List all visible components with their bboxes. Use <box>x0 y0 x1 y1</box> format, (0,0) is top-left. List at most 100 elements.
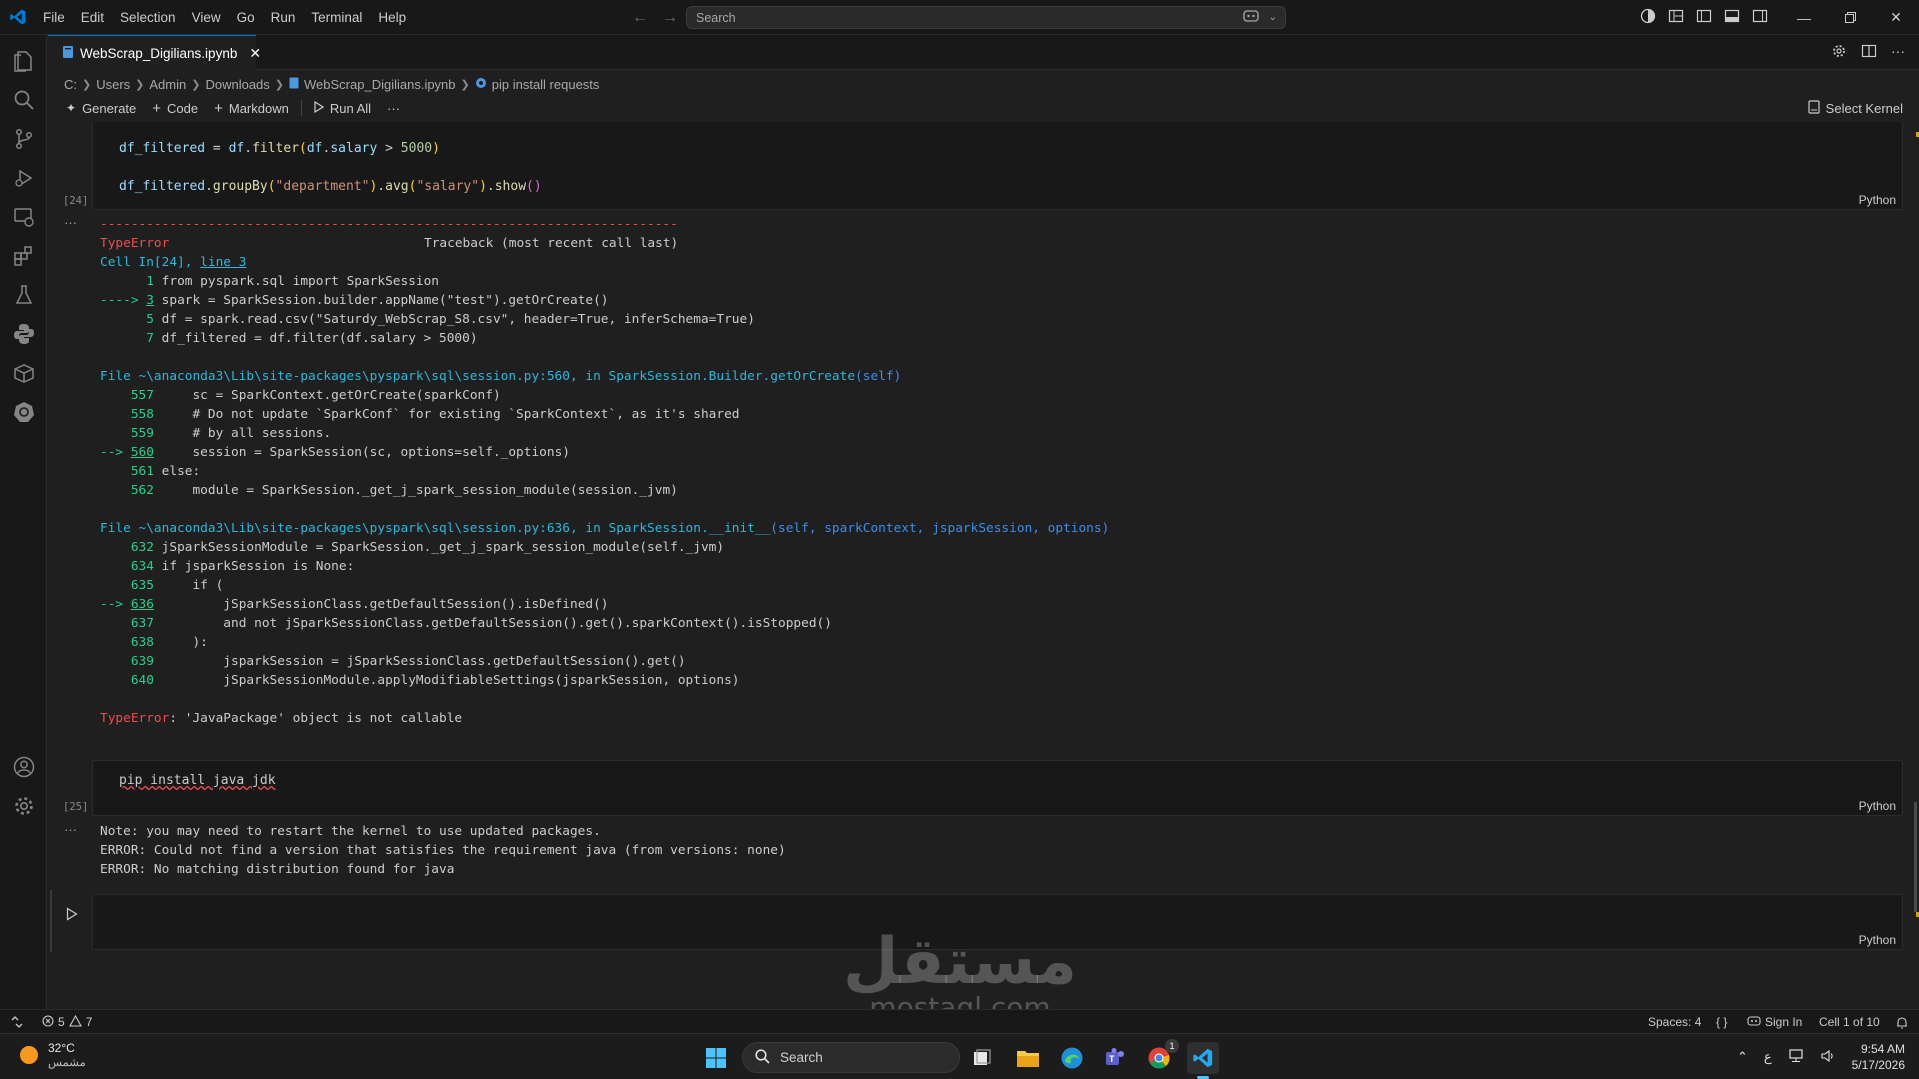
testing-flask-icon[interactable] <box>10 281 37 308</box>
tb-line-link[interactable]: 3 <box>146 293 154 308</box>
breadcrumb-admin[interactable]: Admin <box>149 77 186 92</box>
remote-explorer-icon[interactable] <box>10 203 37 230</box>
indentation-status[interactable]: Spaces: 4 <box>1648 1010 1701 1034</box>
breadcrumb-file[interactable]: WebScrap_Digilians.ipynb <box>304 77 456 92</box>
code-cell-24[interactable]: df_filtered = df.filter(df.salary > 5000… <box>92 122 1903 210</box>
breadcrumb-downloads[interactable]: Downloads <box>205 77 269 92</box>
language-braces-status[interactable]: { } <box>1716 1010 1727 1034</box>
kubernetes-icon[interactable] <box>10 398 37 425</box>
select-kernel-button[interactable]: Select Kernel <box>1808 94 1903 122</box>
scrollbar-thumb[interactable] <box>1914 802 1917 912</box>
close-window-icon[interactable]: ✕ <box>1873 0 1919 35</box>
vertical-scrollbar[interactable] <box>1905 122 1919 1009</box>
chevron-right-icon: ❯ <box>460 78 470 91</box>
chevron-up-icon[interactable]: ⌃ <box>1737 1049 1748 1065</box>
source-control-icon[interactable] <box>10 125 37 152</box>
task-view-icon[interactable] <box>966 1042 998 1074</box>
notebook-settings-gear-icon[interactable] <box>1831 43 1847 62</box>
network-icon[interactable] <box>1788 1048 1804 1066</box>
menu-help[interactable]: Help <box>370 0 414 35</box>
menu-file[interactable]: File <box>35 0 73 35</box>
chrome-browser-icon[interactable]: 1 <box>1143 1039 1179 1074</box>
code-cell-25[interactable]: pip install java jdk Python <box>92 760 1903 816</box>
split-editor-icon[interactable] <box>1861 43 1877 62</box>
toolbar-more-button[interactable]: ··· <box>379 101 408 116</box>
breadcrumb-cell[interactable]: pip install requests <box>492 77 600 92</box>
taskbar-search[interactable]: Search <box>742 1042 960 1073</box>
output-more-icon[interactable]: ··· <box>64 215 77 230</box>
teams-icon[interactable]: T <box>1099 1042 1131 1074</box>
accounts-shield-icon[interactable] <box>1640 8 1656 27</box>
cell-language-label[interactable]: Python <box>1859 193 1896 207</box>
menu-run[interactable]: Run <box>263 0 304 35</box>
tb-line: 638 ): <box>100 635 208 650</box>
menu-terminal[interactable]: Terminal <box>303 0 370 35</box>
cell24-code-line-1[interactable]: df_filtered = df.filter(df.salary > 5000… <box>119 141 440 156</box>
input-language[interactable]: ع <box>1764 1049 1772 1065</box>
chevron-down-icon[interactable]: ⌄ <box>1269 9 1277 27</box>
remote-indicator-icon[interactable] <box>10 1010 24 1034</box>
menu-go[interactable]: Go <box>229 0 263 35</box>
more-actions-icon[interactable]: ··· <box>1891 43 1905 62</box>
output-more-icon[interactable]: ··· <box>64 822 77 837</box>
tb-line: --> 560 session = SparkSession(sc, optio… <box>100 445 570 460</box>
tb-code: jSparkSessionModule = SparkSession._get_… <box>153 540 725 555</box>
minimize-icon[interactable]: — <box>1781 0 1827 35</box>
toggle-secondary-sidebar-icon[interactable] <box>1752 8 1768 27</box>
containers-icon[interactable] <box>10 359 37 386</box>
tb-line-link[interactable]: 560 <box>131 445 154 460</box>
windows-start-icon[interactable] <box>700 1042 732 1074</box>
tb-line-link[interactable]: 636 <box>131 597 154 612</box>
run-debug-icon[interactable] <box>10 164 37 191</box>
command-center-search[interactable]: Search ⌄ <box>686 6 1286 29</box>
add-code-cell-button[interactable]: + Code <box>144 100 206 117</box>
tb-code: if jsparkSession is None: <box>153 559 355 574</box>
run-cell-button[interactable] <box>66 907 78 924</box>
forward-arrow-icon[interactable]: → <box>662 9 678 27</box>
tab-notebook[interactable]: WebScrap_Digilians.ipynb ✕ <box>48 35 261 70</box>
breadcrumb-users[interactable]: Users <box>96 77 130 92</box>
sign-in-status[interactable]: Sign In <box>1747 1010 1802 1034</box>
menu-selection[interactable]: Selection <box>112 0 184 35</box>
breadcrumb: C: ❯ Users ❯ Admin ❯ Downloads ❯ WebScrap_Di… <box>64 73 599 95</box>
cell25-code: pip install java jdk <box>119 773 276 788</box>
toggle-panel-icon[interactable] <box>1724 8 1740 27</box>
cell-ref-line-link[interactable]: line 3 <box>200 255 246 270</box>
cell25-code-line[interactable]: pip install java jdk <box>119 773 276 788</box>
cell-language-label[interactable]: Python <box>1859 933 1896 947</box>
vscode-taskbar-icon[interactable] <box>1187 1042 1219 1074</box>
generate-button[interactable]: ✦ Generate <box>58 101 144 116</box>
search-icon[interactable] <box>10 86 37 113</box>
close-tab-icon[interactable]: ✕ <box>249 45 261 62</box>
copilot-icon[interactable] <box>1242 9 1259 27</box>
edge-browser-icon[interactable] <box>1056 1042 1088 1074</box>
breadcrumb-drive[interactable]: C: <box>64 77 77 92</box>
weather-widget[interactable]: 32°C مشمس <box>18 1041 86 1071</box>
cell-ref-text: Cell In[24], <box>100 255 201 270</box>
accounts-icon[interactable] <box>10 753 37 780</box>
add-markdown-cell-button[interactable]: + Markdown <box>206 100 297 117</box>
clock[interactable]: 9:54 AM 5/17/2026 <box>1852 1041 1905 1073</box>
toggle-primary-sidebar-icon[interactable] <box>1696 8 1712 27</box>
customize-layout-icon[interactable] <box>1668 8 1684 27</box>
empty-code-cell[interactable]: Python <box>92 894 1903 950</box>
cell-position-status[interactable]: Cell 1 of 10 <box>1819 1010 1880 1034</box>
file-explorer-icon[interactable] <box>1012 1042 1044 1074</box>
notifications-bell-icon[interactable] <box>1896 1010 1908 1034</box>
cell-language-label[interactable]: Python <box>1859 799 1896 813</box>
taskbar-search-label: Search <box>780 1050 823 1065</box>
cell24-code-line-2[interactable]: df_filtered.groupBy("department").avg("s… <box>119 179 542 194</box>
final-error-line: TypeError: 'JavaPackage' object is not c… <box>100 711 462 726</box>
volume-icon[interactable] <box>1820 1049 1836 1066</box>
sparkle-icon: ✦ <box>66 101 77 115</box>
run-all-button[interactable]: Run All <box>306 100 379 116</box>
back-arrow-icon[interactable]: ← <box>632 9 648 27</box>
explorer-icon[interactable] <box>10 47 37 74</box>
menu-view[interactable]: View <box>184 0 229 35</box>
manage-gear-icon[interactable] <box>10 792 37 819</box>
restore-icon[interactable] <box>1827 0 1873 35</box>
menu-edit[interactable]: Edit <box>73 0 112 35</box>
python-icon[interactable] <box>10 320 37 347</box>
problems-indicator[interactable]: 5 7 <box>42 1010 92 1034</box>
extensions-icon[interactable] <box>10 242 37 269</box>
